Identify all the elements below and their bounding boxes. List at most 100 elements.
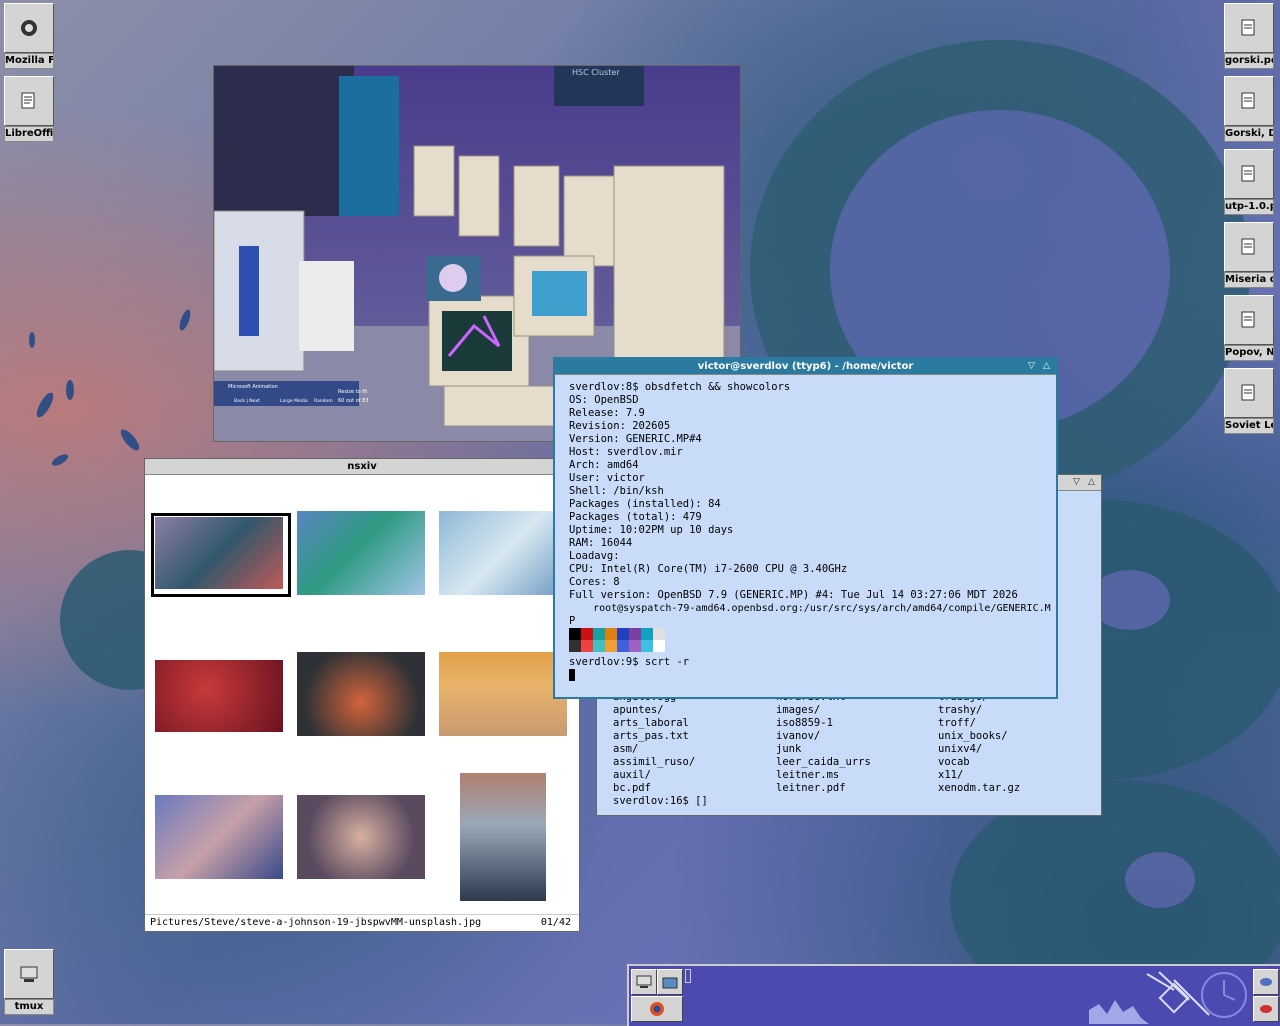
terminal-front-content[interactable]: sverdlov:8$ obsdfetch && showcolors OS: … xyxy=(569,381,1051,681)
desktop-icon-label: tmux xyxy=(4,999,54,1015)
desktop-icon-mozilla[interactable]: Mozilla Fi xyxy=(4,3,54,69)
desktop-icon-utp[interactable]: utp-1.0.pe xyxy=(1224,149,1274,215)
panel-files-button[interactable] xyxy=(657,969,683,995)
file-entry: leitner.ms xyxy=(776,769,840,781)
terminal-line: sverdlov:8$ obsdfetch && showcolors xyxy=(569,381,791,393)
terminal-front-titlebar[interactable]: victor@sverdlov (ttyp6) - /home/victor ▽… xyxy=(555,359,1056,375)
file-entry: ivanov/ xyxy=(776,730,821,742)
file-entry: xenodm.tar.gz xyxy=(938,782,1021,794)
file-entry: images/ xyxy=(776,704,821,716)
screen-button-back-next: Back | Next xyxy=(234,398,260,404)
terminal-prompt: sverdlov:9$ scrt -r xyxy=(569,656,690,668)
terminal-line: Loadavg: xyxy=(569,550,620,562)
panel-app-button-1[interactable] xyxy=(1253,969,1279,995)
app-icon xyxy=(1260,1005,1272,1013)
desktop-icon-label: Gorski, D. xyxy=(1224,126,1274,142)
desktop-icon-label: Soviet Le xyxy=(1224,418,1274,434)
file-entry: unix_books/ xyxy=(938,730,1008,742)
panel-pager-strip[interactable] xyxy=(685,969,691,983)
maximize-icon[interactable]: △ xyxy=(1040,360,1053,372)
desktop-icon-label: utp-1.0.pe xyxy=(1224,199,1274,215)
pdf-document-icon xyxy=(1224,3,1274,53)
palette-swatch xyxy=(569,628,581,640)
nsxiv-titlebar[interactable]: nsxiv xyxy=(145,459,579,475)
terminal-line: User: victor xyxy=(569,472,645,484)
maximize-icon[interactable]: △ xyxy=(1085,476,1098,488)
desktop-icon-soviet[interactable]: Soviet Le xyxy=(1224,368,1274,434)
minimize-icon[interactable]: ▽ xyxy=(1070,476,1083,488)
terminal-line: OS: OpenBSD xyxy=(569,394,639,406)
palette-swatch xyxy=(629,628,641,640)
thumbnail[interactable] xyxy=(155,660,283,732)
nsxiv-title: nsxiv xyxy=(347,461,377,472)
minimize-icon[interactable]: ▽ xyxy=(1025,360,1038,372)
screen-button-random: Random xyxy=(314,398,333,404)
thumbnail[interactable] xyxy=(297,795,425,879)
terminal-back-prompt: sverdlov:16$ [] xyxy=(613,795,708,807)
terminal-line: Release: 7.9 xyxy=(569,407,645,419)
palette-swatch xyxy=(581,640,593,652)
file-entry: auxil/ xyxy=(613,769,651,781)
desktop-icon-tmux[interactable]: tmux xyxy=(4,949,54,1015)
firefox-icon xyxy=(4,3,54,53)
pdf-document-icon xyxy=(1224,76,1274,126)
terminal-line: root@syspatch-79-amd64.openbsd.org:/usr/… xyxy=(569,603,1051,614)
terminal-front-title: victor@sverdlov (ttyp6) - /home/victor xyxy=(697,361,914,372)
file-entry: asm/ xyxy=(613,743,639,755)
terminal-front-window[interactable]: victor@sverdlov (ttyp6) - /home/victor ▽… xyxy=(553,357,1058,699)
document-icon xyxy=(4,76,54,126)
screen-caption: Microsoft Animation xyxy=(228,384,278,390)
screen-right-caption: Resize to fit xyxy=(338,389,367,395)
desktop-icon-gorski-pdf[interactable]: gorski.pdf xyxy=(1224,3,1274,69)
palette-swatch xyxy=(605,640,617,652)
file-entry: bc.pdf xyxy=(613,782,651,794)
desktop-icon-libreoffice[interactable]: LibreOffic xyxy=(4,76,54,142)
screen-button-large-media: Large Media xyxy=(280,398,308,404)
file-entry: iso8859-1 xyxy=(776,717,833,729)
file-entry: troff/ xyxy=(938,717,976,729)
file-entry: arts_laboral xyxy=(613,717,689,729)
pdf-document-icon xyxy=(1224,149,1274,199)
lab-sign: HSC Cluster xyxy=(572,68,620,77)
terminal-line: Arch: amd64 xyxy=(569,459,639,471)
desktop-icon-popov[interactable]: Popov, Ni xyxy=(1224,295,1274,361)
nsxiv-window[interactable]: nsxiv Pictures/Steve/steve-a-johnson-19-… xyxy=(144,458,580,932)
terminal-line: Host: sverdlov.mir xyxy=(569,446,683,458)
clock-icon xyxy=(1201,972,1247,1018)
firefox-icon xyxy=(650,1002,664,1016)
thumbnail[interactable] xyxy=(460,773,546,901)
app-icon xyxy=(1260,978,1272,986)
terminal-icon xyxy=(636,975,652,988)
thumbnail[interactable] xyxy=(439,511,567,595)
palette-swatch xyxy=(569,640,581,652)
desktop-icon-gorski-d[interactable]: Gorski, D. xyxy=(1224,76,1274,142)
file-column-3: trabajo/ trashy/ troff/ unix_books/ unix… xyxy=(938,691,1020,795)
terminal-icon xyxy=(4,949,54,999)
palette-swatch xyxy=(605,628,617,640)
thumbnail-grid xyxy=(145,475,579,915)
panel-app-button-2[interactable] xyxy=(1253,996,1279,1022)
terminal-line: P xyxy=(569,615,576,627)
file-entry: junk xyxy=(776,743,802,755)
desktop-icon-label: Mozilla Fi xyxy=(4,53,54,69)
status-path: Pictures/Steve/steve-a-johnson-19-jbspwv… xyxy=(150,917,482,928)
terminal-line: Shell: /bin/ksh xyxy=(569,485,664,497)
thumbnail[interactable] xyxy=(297,652,425,736)
desktop-icon-label: gorski.pdf xyxy=(1224,53,1274,69)
color-palette-row xyxy=(569,628,1051,640)
desktop-icon-miseria[interactable]: Miseria d xyxy=(1224,222,1274,288)
thumbnail[interactable] xyxy=(297,511,425,595)
thumbnail[interactable] xyxy=(439,652,567,736)
terminal-line: Revision: 202605 xyxy=(569,420,671,432)
panel-terminal-button[interactable] xyxy=(631,969,657,995)
thumbnail[interactable] xyxy=(155,517,283,589)
palette-swatch xyxy=(629,640,641,652)
file-entry: apuntes/ xyxy=(613,704,664,716)
thumbnail[interactable] xyxy=(155,795,283,879)
palette-swatch xyxy=(593,628,605,640)
pdf-document-icon xyxy=(1224,222,1274,272)
panel-firefox-button[interactable] xyxy=(631,996,683,1022)
color-palette-row xyxy=(569,640,1051,652)
terminal-line: Uptime: 10:02PM up 10 days xyxy=(569,524,734,536)
palette-swatch xyxy=(617,628,629,640)
